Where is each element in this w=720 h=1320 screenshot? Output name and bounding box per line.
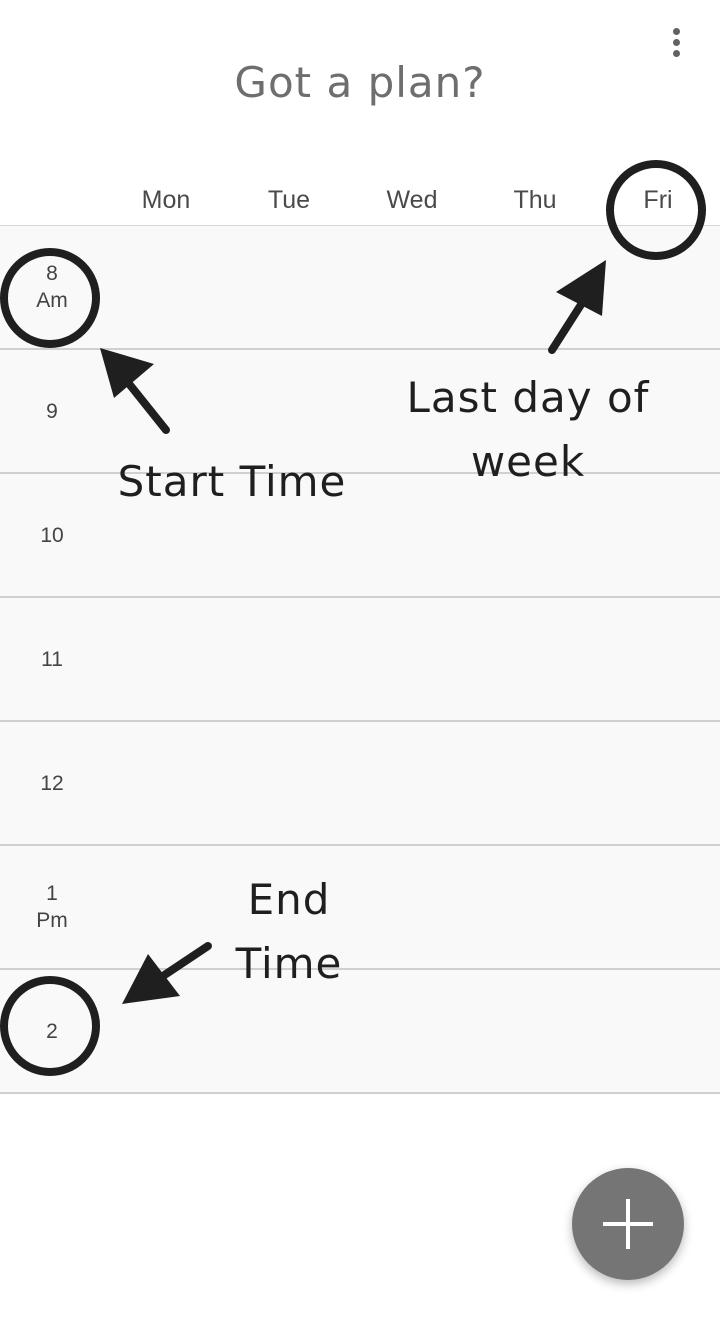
day-label-thu: Thu [513,186,557,214]
time-row[interactable]: 8 Am [0,226,720,350]
more-vert-icon [672,27,680,35]
page-title: Got a plan? [234,58,486,107]
time-label: 9 [46,399,58,423]
day-label-wed: Wed [386,186,438,214]
time-row[interactable]: 11 [0,598,720,722]
last-day-annotation-line2: week [470,437,586,486]
day-label-mon: Mon [141,186,191,214]
start-time-annotation: Start Time [117,457,347,506]
time-row[interactable]: 12 [0,722,720,846]
add-plan-button[interactable] [572,1168,684,1280]
last-day-annotation-line1: Last day of [406,373,650,422]
end-time-annotation: End Time [235,875,343,988]
time-label: 10 [40,523,64,547]
time-label: 11 [41,647,63,671]
time-label: 12 [40,771,64,795]
time-label: 1 Pm [36,882,68,932]
day-header: Mon Tue Wed Thu Fri [0,186,720,226]
day-label-tue: Tue [267,186,311,214]
time-label: 8 Am [36,262,68,312]
day-label-fri: Fri [643,186,673,214]
time-label: 2 [46,1019,58,1043]
